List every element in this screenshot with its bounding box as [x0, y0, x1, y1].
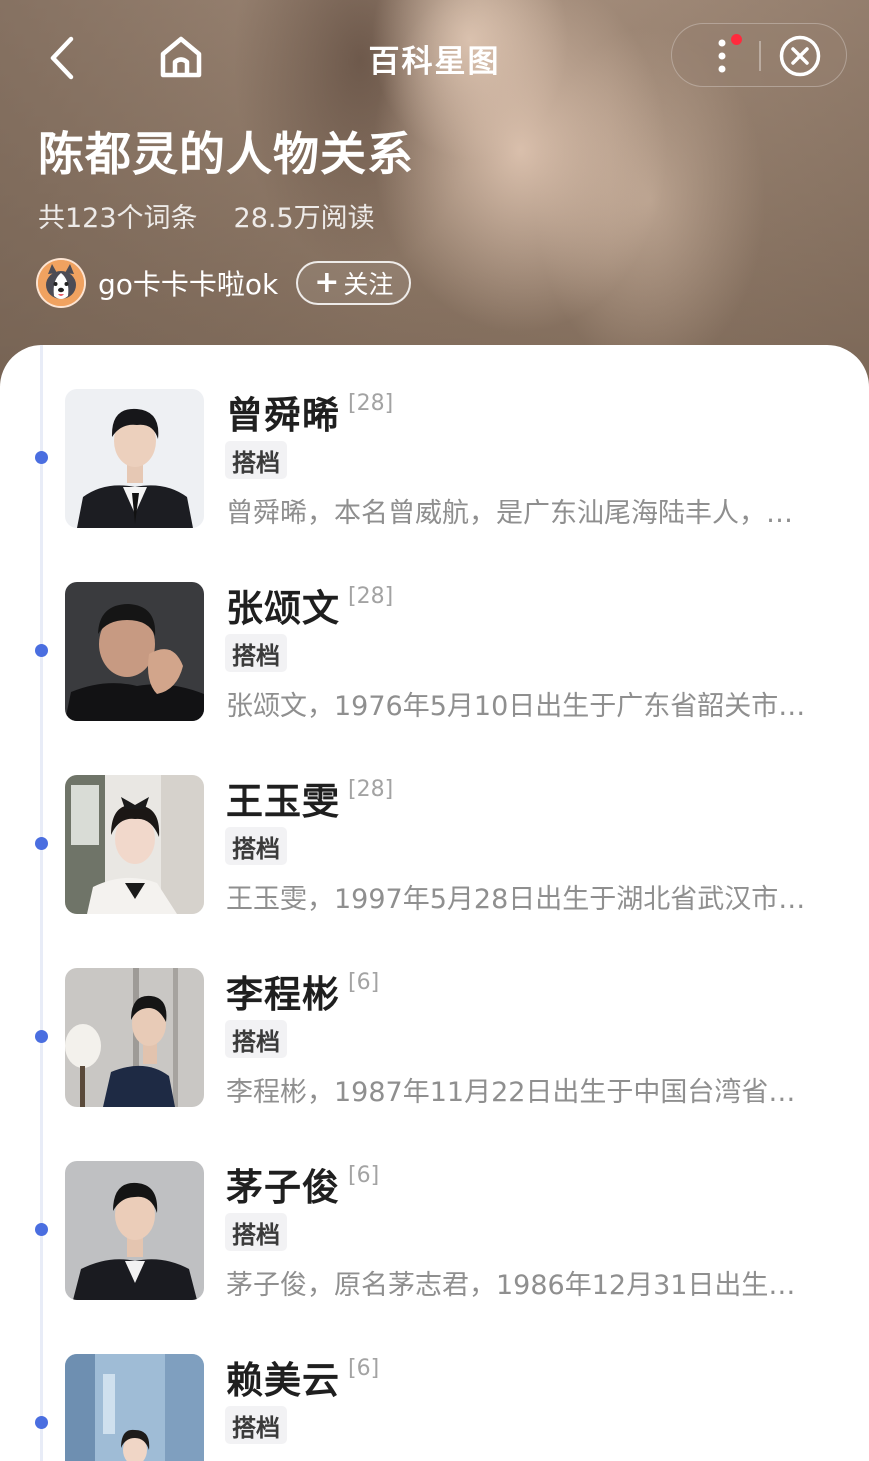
- person-description: 李程彬，1987年11月22日出生于中国台湾省…: [226, 1077, 796, 1108]
- entry-count: 共123个词条: [38, 203, 198, 234]
- avatar[interactable]: [36, 258, 86, 308]
- list-item[interactable]: 李程彬 [6] 搭档 李程彬，1987年11月22日出生于中国台湾省…: [0, 924, 869, 1117]
- relation-tag: 搭档: [225, 1213, 287, 1251]
- close-circle-icon: [779, 35, 821, 77]
- list-item[interactable]: 茅子俊 [6] 搭档 茅子俊，原名茅志君，1986年12月31日出生…: [0, 1117, 869, 1310]
- portrait-image: [65, 968, 204, 1107]
- portrait-image: [65, 1161, 204, 1300]
- plus-icon: +: [314, 265, 340, 300]
- person-photo[interactable]: [65, 968, 204, 1107]
- relation-tag: 搭档: [225, 1020, 287, 1058]
- entry-count-badge: [28]: [348, 584, 394, 609]
- notification-dot: [731, 34, 742, 45]
- portrait-image: [65, 1354, 204, 1461]
- read-count: 28.5万阅读: [233, 203, 375, 234]
- timeline-dot: [35, 1030, 48, 1043]
- timeline-dot: [35, 1416, 48, 1429]
- navigation-bar: 百科星图: [0, 0, 869, 115]
- page-title: 陈都灵的人物关系: [38, 127, 414, 181]
- portrait-image: [65, 389, 204, 528]
- relation-tag: 搭档: [225, 827, 287, 865]
- person-photo[interactable]: [65, 389, 204, 528]
- timeline-dot: [35, 451, 48, 464]
- list-item[interactable]: 王玉雯 [28] 搭档 王玉雯，1997年5月28日出生于湖北省武汉市…: [0, 731, 869, 924]
- page-stats: 共123个词条 28.5万阅读: [38, 196, 375, 235]
- entry-count-badge: [28]: [348, 391, 394, 416]
- person-description: 曾舜晞，本名曾威航，是广东汕尾海陆丰人，…: [226, 498, 793, 529]
- husky-avatar-icon: [38, 260, 84, 306]
- person-description: 茅子俊，原名茅志君，1986年12月31日出生…: [226, 1270, 796, 1301]
- person-name[interactable]: 李程彬: [226, 964, 340, 1018]
- person-description: 王玉雯，1997年5月28日出生于湖北省武汉市…: [226, 884, 806, 915]
- follow-button[interactable]: + 关注: [296, 261, 412, 305]
- entry-count-badge: [6]: [348, 1356, 380, 1381]
- person-description: 张颂文，1976年5月10日出生于广东省韶关市…: [226, 691, 806, 722]
- entry-count-badge: [28]: [348, 777, 394, 802]
- list-item[interactable]: 曾舜晞 [28] 搭档 曾舜晞，本名曾威航，是广东汕尾海陆丰人，…: [0, 345, 869, 538]
- entry-count-badge: [6]: [348, 1163, 380, 1188]
- entry-count-badge: [6]: [348, 970, 380, 995]
- timeline-dot: [35, 1223, 48, 1236]
- relation-tag: 搭档: [225, 1406, 287, 1444]
- person-photo[interactable]: [65, 1161, 204, 1300]
- person-photo[interactable]: [65, 1354, 204, 1461]
- relation-tag: 搭档: [225, 441, 287, 479]
- capsule-divider: [759, 41, 761, 71]
- more-vertical-icon: [718, 39, 726, 73]
- timeline-dot: [35, 644, 48, 657]
- person-name[interactable]: 曾舜晞: [226, 385, 340, 439]
- person-photo[interactable]: [65, 775, 204, 914]
- timeline-dot: [35, 837, 48, 850]
- author-name[interactable]: go卡卡卡啦ok: [98, 263, 278, 303]
- person-name[interactable]: 王玉雯: [226, 771, 340, 825]
- person-photo[interactable]: [65, 582, 204, 721]
- close-button[interactable]: [778, 34, 822, 78]
- list-item[interactable]: 赖美云 [6] 搭档: [0, 1310, 869, 1461]
- portrait-image: [65, 775, 204, 914]
- follow-label: 关注: [343, 270, 394, 299]
- mini-program-capsule: [671, 23, 847, 87]
- person-name[interactable]: 张颂文: [226, 578, 340, 632]
- relation-tag: 搭档: [225, 634, 287, 672]
- relation-list-sheet: 曾舜晞 [28] 搭档 曾舜晞，本名曾威航，是广东汕尾海陆丰人，… 张颂文 [2…: [0, 345, 869, 1461]
- list-item[interactable]: 张颂文 [28] 搭档 张颂文，1976年5月10日出生于广东省韶关市…: [0, 538, 869, 731]
- person-name[interactable]: 茅子俊: [226, 1157, 340, 1211]
- author-row: go卡卡卡啦ok + 关注: [36, 256, 412, 310]
- portrait-image: [65, 582, 204, 721]
- person-name[interactable]: 赖美云: [226, 1350, 340, 1404]
